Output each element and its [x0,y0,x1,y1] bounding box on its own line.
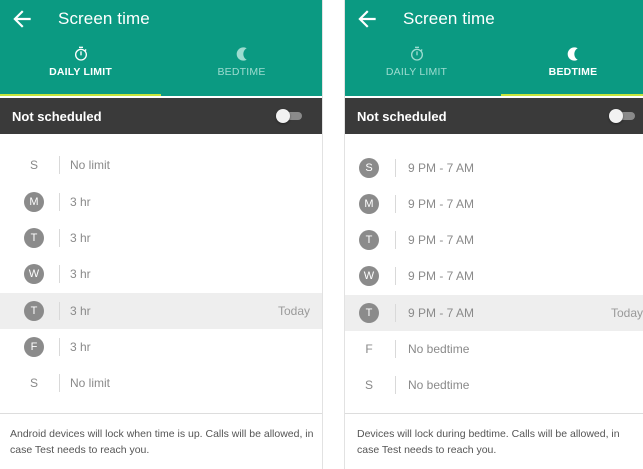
tab-label: BEDTIME [548,66,598,78]
day-row[interactable]: S 9 PM - 7 AM [345,150,643,186]
schedule-status-label: Not scheduled [357,109,447,124]
day-row[interactable]: M 3 hr [0,184,322,220]
app-header: Screen time DAILY LIMIT BEDTIME [345,0,643,96]
day-row[interactable]: T 3 hr [0,220,322,256]
footer-note: Devices will lock during bedtime. Calls … [357,428,620,456]
day-row[interactable]: W 9 PM - 7 AM [345,258,643,294]
divider [59,302,60,320]
divider [395,195,396,213]
app-header: Screen time DAILY LIMIT BEDTIME [0,0,322,96]
top-app-bar: Screen time [0,0,322,44]
divider [59,193,60,211]
day-row[interactable]: S No limit [0,147,322,183]
top-app-bar: Screen time [345,0,643,44]
page-title: Screen time [58,9,150,28]
tab-bedtime[interactable]: BEDTIME [501,46,643,96]
tab-label: DAILY LIMIT [385,66,448,78]
day-circle: T [359,230,379,250]
bedtime-value: 9 PM - 7 AM [408,306,475,320]
tab-daily-limit[interactable]: DAILY LIMIT [345,46,488,96]
day-circle: W [24,264,44,284]
day-circle: T [24,301,44,321]
day-letter: S [29,376,38,390]
day-row[interactable]: S No bedtime [345,367,643,403]
limit-value: No limit [70,376,111,390]
limit-value: 3 hr [70,340,91,354]
day-circle: T [359,303,379,323]
tab-label: BEDTIME [217,66,266,78]
day-letter: F [365,342,373,356]
schedule-bar: Not scheduled [0,98,322,134]
page-title: Screen time [403,9,495,28]
divider [59,265,60,283]
limit-value: 3 hr [70,267,91,281]
stopwatch-icon [410,46,423,61]
toggle-thumb [276,109,290,123]
bedtime-value: 9 PM - 7 AM [408,233,475,247]
day-letter: S [29,158,38,172]
toggle-thumb [609,109,623,123]
bedtime-screen: Screen time DAILY LIMIT BEDTIME Not sche… [344,0,643,469]
divider [395,159,396,177]
day-row-today[interactable]: T 3 hr Today [0,293,322,329]
back-arrow-icon[interactable] [9,6,35,32]
day-circle: T [24,228,44,248]
divider [395,267,396,285]
moon-icon [567,47,578,61]
bedtime-value: No bedtime [408,378,470,392]
day-row[interactable]: M 9 PM - 7 AM [345,186,643,222]
stopwatch-icon [74,46,87,61]
limit-value: 3 hr [70,231,91,245]
divider [395,231,396,249]
today-label: Today [610,306,643,320]
day-row[interactable]: S No limit [0,365,322,401]
schedule-toggle[interactable] [276,109,302,123]
limit-value: No limit [70,158,111,172]
tab-label: DAILY LIMIT [49,66,112,78]
bedtime-value: 9 PM - 7 AM [408,197,475,211]
divider [395,376,396,394]
divider [59,374,60,392]
limit-value: 3 hr [70,195,91,209]
moon-icon [236,47,247,61]
tab-bedtime[interactable]: BEDTIME [161,46,322,96]
footer-note: Android devices will lock when time is u… [10,428,314,456]
daily-limit-screen: Screen time DAILY LIMIT BEDTIME Not sche… [0,0,323,469]
footer-divider [345,413,643,414]
divider [59,156,60,174]
day-circle: M [24,192,44,212]
schedule-status-label: Not scheduled [12,109,102,124]
divider [395,304,396,322]
schedule-toggle[interactable] [609,109,635,123]
back-arrow-icon[interactable] [354,6,380,32]
day-letter: S [364,378,373,392]
day-circle: W [359,266,379,286]
day-circle: F [24,337,44,357]
day-circle: S [359,158,379,178]
divider [59,229,60,247]
tab-daily-limit[interactable]: DAILY LIMIT [0,46,161,96]
schedule-bar: Not scheduled [345,98,643,134]
day-row[interactable]: T 9 PM - 7 AM [345,222,643,258]
day-circle: M [359,194,379,214]
bedtime-value: No bedtime [408,342,470,356]
footer-divider [0,413,322,414]
bedtime-value: 9 PM - 7 AM [408,269,475,283]
divider [59,338,60,356]
limit-value: 3 hr [70,304,91,318]
day-row-today[interactable]: T 9 PM - 7 AM Today [345,295,643,331]
day-row[interactable]: F 3 hr [0,329,322,365]
day-row[interactable]: F No bedtime [345,331,643,367]
day-row[interactable]: W 3 hr [0,256,322,292]
today-label: Today [277,304,310,318]
divider [395,340,396,358]
bedtime-value: 9 PM - 7 AM [408,161,475,175]
